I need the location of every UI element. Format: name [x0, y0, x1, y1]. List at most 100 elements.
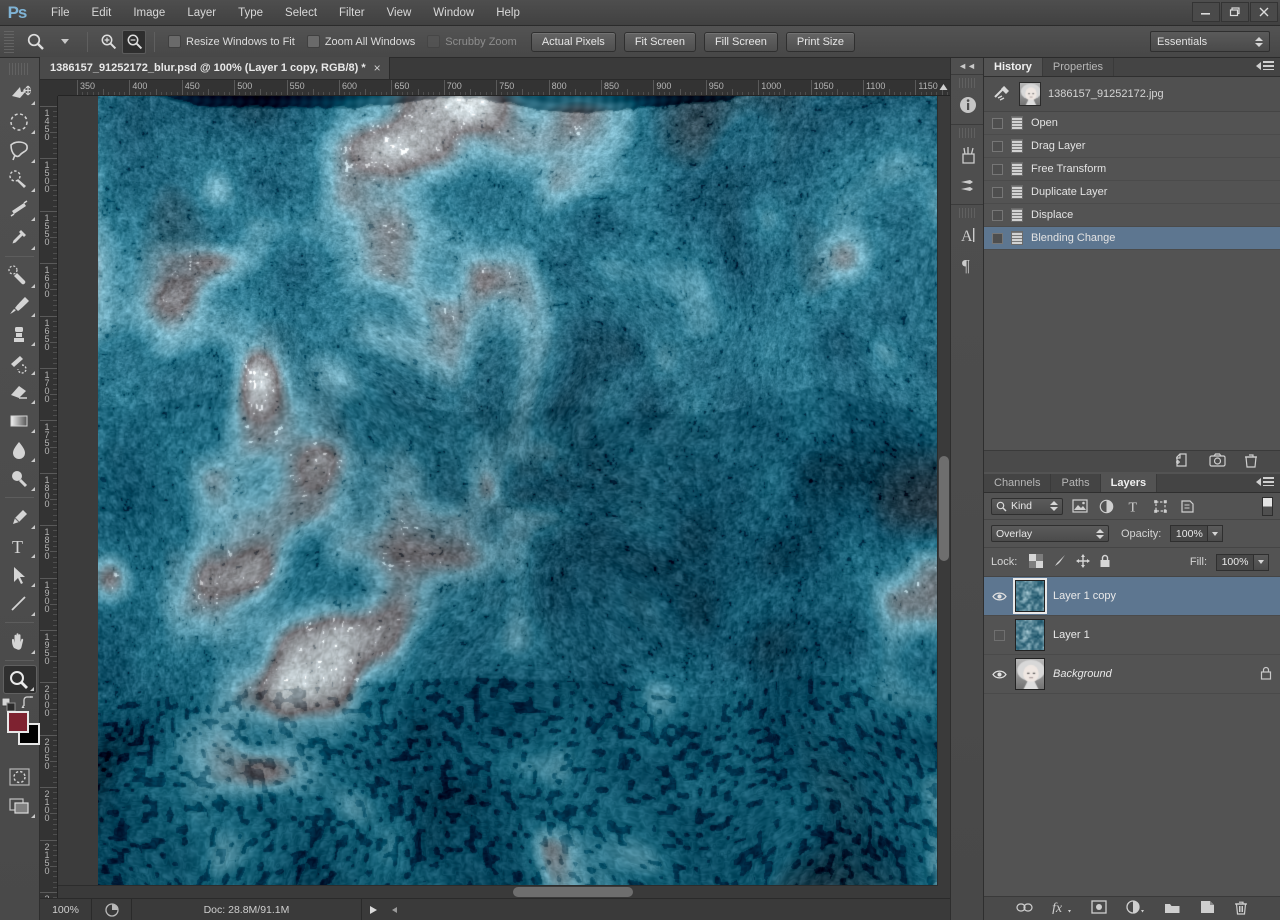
- layers-panel-menu-icon[interactable]: [1256, 477, 1274, 486]
- layer-item[interactable]: Layer 1: [984, 616, 1280, 655]
- restore-button[interactable]: [1221, 2, 1249, 22]
- zoom-out-button[interactable]: [122, 30, 146, 54]
- tab-channels[interactable]: Channels: [984, 474, 1051, 492]
- tab-paths[interactable]: Paths: [1051, 474, 1100, 492]
- line-tool[interactable]: [3, 589, 37, 618]
- layer-visibility-icon[interactable]: [992, 589, 1007, 604]
- history-state-toggle[interactable]: [992, 118, 1003, 129]
- dodge-tool[interactable]: [3, 464, 37, 493]
- hand-tool[interactable]: [3, 627, 37, 656]
- dock-group-grip[interactable]: [959, 208, 975, 218]
- move-tool[interactable]: [3, 78, 37, 107]
- history-state-item[interactable]: Displace: [984, 204, 1280, 227]
- spot-healing-brush-tool[interactable]: [3, 261, 37, 290]
- lock-transparent-pixels-icon[interactable]: [1029, 554, 1043, 571]
- add-layer-mask-icon[interactable]: [1091, 900, 1107, 917]
- zoom-tool[interactable]: [3, 665, 37, 694]
- brush-tool[interactable]: [3, 290, 37, 319]
- close-document-icon[interactable]: ×: [374, 61, 381, 75]
- history-panel-menu-icon[interactable]: [1256, 61, 1274, 70]
- actual-pixels-button[interactable]: Actual Pixels: [531, 32, 616, 52]
- status-bar-play-icon[interactable]: [362, 905, 384, 915]
- lock-image-pixels-icon[interactable]: [1052, 554, 1067, 571]
- foreground-color-swatch[interactable]: [7, 711, 29, 733]
- menu-item-image[interactable]: Image: [122, 2, 176, 24]
- eyedropper-tool[interactable]: [3, 223, 37, 252]
- quick-selection-tool[interactable]: [3, 165, 37, 194]
- zoom-in-button[interactable]: [96, 30, 120, 54]
- filter-pixel-layers-icon[interactable]: [1069, 497, 1090, 516]
- opacity-dropdown-icon[interactable]: [1208, 525, 1223, 542]
- layer-item[interactable]: Layer 1 copy: [984, 577, 1280, 616]
- clone-stamp-tool[interactable]: [3, 319, 37, 348]
- vertical-scrollbar[interactable]: [937, 96, 950, 906]
- tool-preset-dropdown[interactable]: [50, 29, 80, 55]
- vertical-scrollbar-thumb[interactable]: [939, 456, 949, 561]
- layer-filter-kind-select[interactable]: Kind: [991, 498, 1063, 515]
- path-selection-tool[interactable]: [3, 560, 37, 589]
- new-layer-icon[interactable]: [1200, 900, 1215, 917]
- options-bar-grip[interactable]: [4, 31, 14, 53]
- layer-thumbnail[interactable]: [1015, 580, 1045, 612]
- fit-screen-button[interactable]: Fit Screen: [624, 32, 696, 52]
- layer-name[interactable]: Layer 1 copy: [1053, 590, 1116, 602]
- zoom-all-windows-checkbox[interactable]: [307, 35, 320, 48]
- crop-tool[interactable]: [3, 194, 37, 223]
- history-state-item[interactable]: Blending Change: [984, 227, 1280, 250]
- blur-tool[interactable]: [3, 435, 37, 464]
- tab-layers[interactable]: Layers: [1101, 474, 1157, 492]
- workspace-selector[interactable]: Essentials: [1150, 31, 1270, 52]
- delete-layer-icon[interactable]: [1234, 900, 1248, 918]
- info-panel-icon[interactable]: [951, 90, 985, 120]
- lasso-tool[interactable]: [3, 136, 37, 165]
- fill-value[interactable]: 100%: [1216, 554, 1254, 571]
- history-state-toggle[interactable]: [992, 233, 1003, 244]
- history-state-toggle[interactable]: [992, 210, 1003, 221]
- link-layers-icon[interactable]: [1016, 902, 1033, 916]
- history-state-toggle[interactable]: [992, 187, 1003, 198]
- minimize-button[interactable]: [1192, 2, 1220, 22]
- menu-item-filter[interactable]: Filter: [328, 2, 376, 24]
- blend-mode-select[interactable]: Overlay: [991, 525, 1109, 542]
- resize-windows-checkbox[interactable]: [168, 35, 181, 48]
- status-bar-more-icon[interactable]: [384, 906, 406, 914]
- layer-style-fx-icon[interactable]: fx: [1052, 900, 1072, 917]
- tools-panel-grip[interactable]: [9, 63, 30, 75]
- brush-panel-icon[interactable]: [951, 140, 985, 170]
- history-state-item[interactable]: Open: [984, 112, 1280, 135]
- layer-thumbnail[interactable]: [1015, 619, 1045, 651]
- pen-tool[interactable]: [3, 502, 37, 531]
- filter-type-layers-icon[interactable]: T: [1123, 497, 1144, 516]
- layer-name[interactable]: Layer 1: [1053, 629, 1090, 641]
- document-size-info[interactable]: Doc: 28.8M/91.1M: [132, 899, 362, 920]
- collapse-panels-icon[interactable]: ◄◄: [951, 58, 983, 74]
- layer-thumbnail[interactable]: [1015, 658, 1045, 690]
- vertical-ruler[interactable]: 1450150015501600165017001750180018501900…: [40, 96, 58, 920]
- horizontal-scrollbar-thumb[interactable]: [513, 887, 633, 897]
- fill-dropdown-icon[interactable]: [1254, 554, 1269, 571]
- layer-name[interactable]: Background: [1053, 668, 1112, 680]
- menu-item-edit[interactable]: Edit: [81, 2, 123, 24]
- menu-item-help[interactable]: Help: [485, 2, 531, 24]
- tab-history[interactable]: History: [984, 58, 1043, 76]
- ruler-scroll-arrow-icon[interactable]: [938, 82, 949, 93]
- image-canvas[interactable]: [98, 96, 950, 910]
- zoom-level[interactable]: 100%: [40, 899, 92, 920]
- paragraph-panel-icon[interactable]: ¶: [951, 250, 985, 280]
- eraser-tool[interactable]: [3, 377, 37, 406]
- opacity-value[interactable]: 100%: [1170, 525, 1208, 542]
- color-swatches[interactable]: [0, 708, 40, 752]
- zoom-tool-icon[interactable]: [20, 29, 50, 55]
- document-tab[interactable]: 1386157_91252172_blur.psd @ 100% (Layer …: [40, 57, 390, 79]
- character-panel-icon[interactable]: A: [951, 220, 985, 250]
- horizontal-type-tool[interactable]: T: [3, 531, 37, 560]
- horizontal-ruler[interactable]: 3504004505005506006507007508008509009501…: [58, 80, 950, 96]
- tab-properties[interactable]: Properties: [1043, 58, 1114, 76]
- menu-item-view[interactable]: View: [376, 2, 423, 24]
- fill-screen-button[interactable]: Fill Screen: [704, 32, 778, 52]
- menu-item-window[interactable]: Window: [422, 2, 485, 24]
- menu-item-type[interactable]: Type: [227, 2, 274, 24]
- layer-visibility-icon[interactable]: [992, 667, 1007, 682]
- history-state-toggle[interactable]: [992, 164, 1003, 175]
- layer-visibility-icon[interactable]: [992, 628, 1007, 643]
